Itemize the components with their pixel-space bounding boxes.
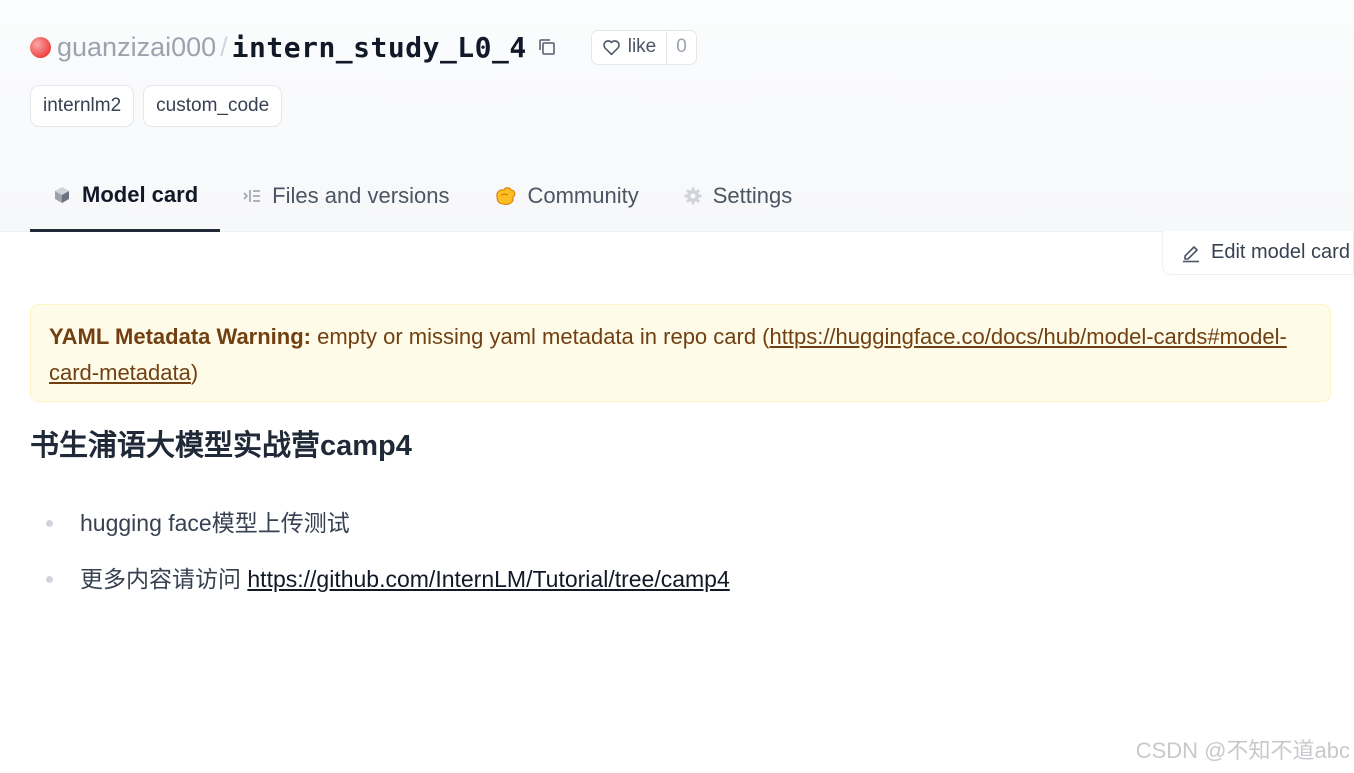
repo-header: guanzizai000 / intern_study_L0_4 like 0 …: [0, 0, 1354, 232]
warning-label: YAML Metadata Warning:: [49, 324, 311, 349]
like-widget: like 0: [590, 29, 697, 65]
repo-tabs: Model card Files and versions Community: [30, 160, 814, 232]
copy-icon[interactable]: [537, 37, 557, 57]
gear-icon: [684, 187, 702, 205]
files-icon: [243, 190, 261, 202]
pencil-icon: [1183, 245, 1199, 262]
tag-internlm2[interactable]: internlm2: [30, 85, 135, 127]
tutorial-link[interactable]: https://github.com/InternLM/Tutorial/tre…: [247, 566, 729, 592]
list-item: hugging face模型上传测试: [46, 504, 730, 560]
list-item: 更多内容请访问 https://github.com/InternLM/Tuto…: [46, 560, 730, 616]
path-separator: /: [220, 31, 228, 62]
repo-owner-link[interactable]: guanzizai000: [57, 32, 216, 63]
community-icon: [496, 187, 516, 205]
like-count[interactable]: 0: [666, 30, 696, 64]
like-button[interactable]: like: [592, 31, 667, 64]
edit-model-card-label: Edit model card: [1211, 241, 1350, 263]
tab-model-card[interactable]: Model card: [30, 160, 221, 232]
tag-list: internlm2 custom_code: [30, 85, 283, 127]
warning-closing: ): [190, 360, 199, 385]
yaml-metadata-warning: YAML Metadata Warning: empty or missing …: [30, 304, 1331, 402]
avatar[interactable]: [30, 36, 51, 58]
tag-custom-code[interactable]: custom_code: [143, 85, 283, 127]
tab-label: Model card: [82, 181, 199, 207]
list-item-text: hugging face模型上传测试: [80, 510, 350, 536]
model-card-heading: 书生浦语大模型实战营camp4: [30, 430, 412, 462]
repo-name-link[interactable]: intern_study_L0_4: [232, 31, 527, 64]
edit-model-card-button[interactable]: Edit model card: [1162, 231, 1354, 275]
cube-icon: [55, 186, 69, 203]
tab-label: Community: [527, 183, 639, 208]
list-item-text: 更多内容请访问: [80, 566, 248, 592]
tab-files-and-versions[interactable]: Files and versions: [220, 160, 471, 232]
tab-community[interactable]: Community: [471, 160, 660, 232]
watermark: CSDN @不知不道abc: [1135, 738, 1350, 763]
heart-icon: [602, 39, 620, 55]
tab-settings[interactable]: Settings: [661, 160, 815, 232]
like-label: like: [627, 36, 657, 57]
content-list: hugging face模型上传测试 更多内容请访问 https://githu…: [46, 504, 730, 616]
repo-title-row: guanzizai000 / intern_study_L0_4 like 0: [30, 28, 697, 66]
warning-text: empty or missing yaml metadata in repo c…: [311, 324, 770, 349]
tab-label: Files and versions: [272, 183, 450, 208]
tab-label: Settings: [712, 183, 793, 208]
